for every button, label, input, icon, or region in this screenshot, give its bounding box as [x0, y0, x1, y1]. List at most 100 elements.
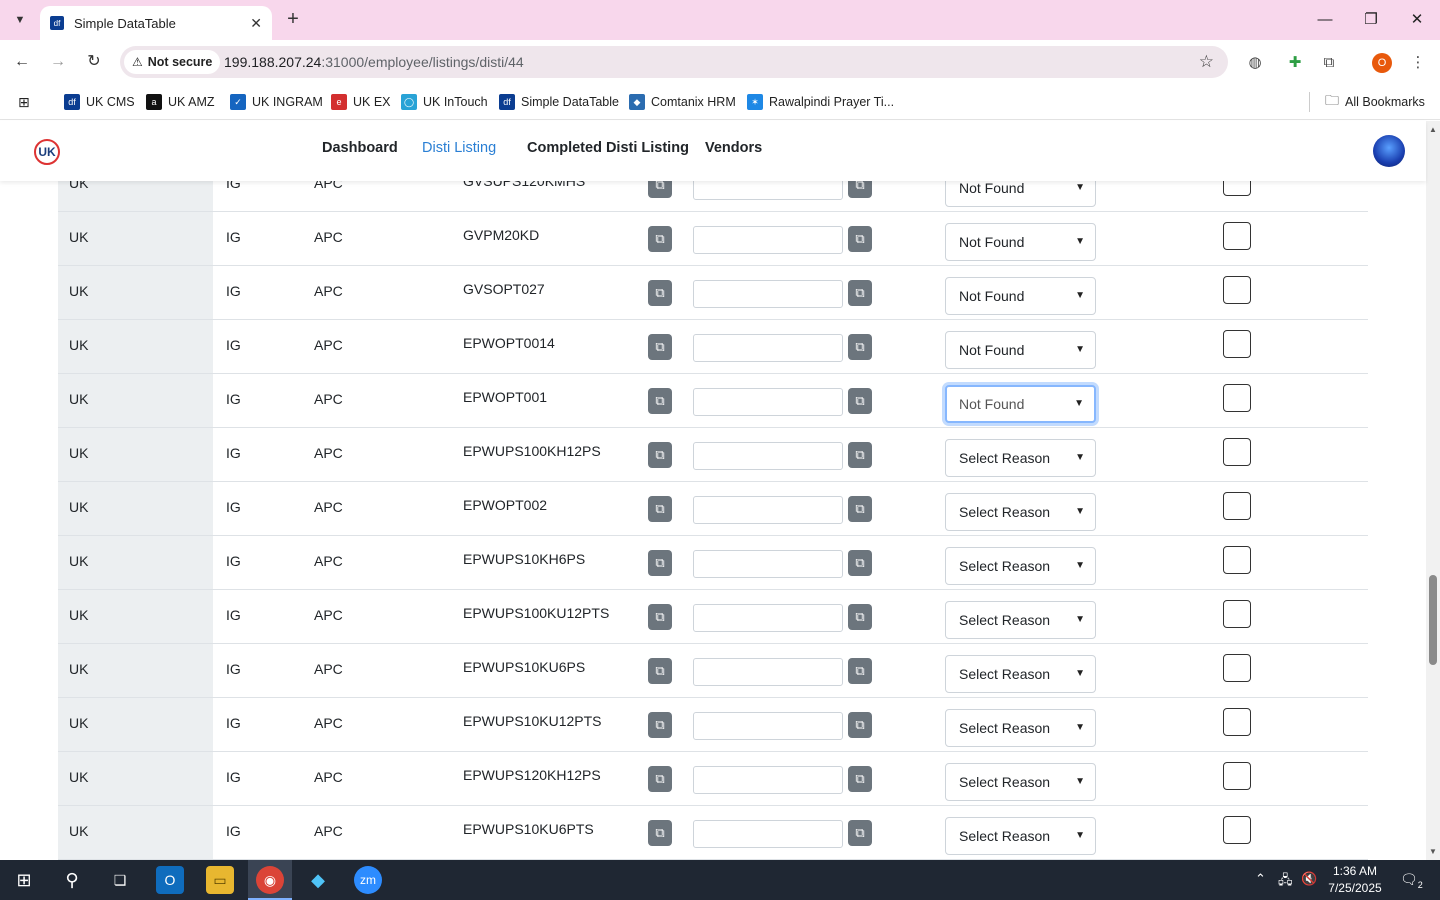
- row-checkbox[interactable]: [1223, 654, 1251, 682]
- bookmark-star-icon[interactable]: ☆: [1199, 52, 1214, 72]
- tray-chevron-up-icon[interactable]: ⌃: [1255, 871, 1266, 887]
- copy-sku-button[interactable]: ⧉: [648, 334, 672, 360]
- row-checkbox[interactable]: [1223, 546, 1251, 574]
- price-input[interactable]: [693, 181, 843, 200]
- new-tab-plus-icon[interactable]: +: [282, 8, 304, 30]
- copy-sku-button[interactable]: ⧉: [648, 820, 672, 846]
- price-input[interactable]: [693, 496, 843, 524]
- price-input[interactable]: [693, 712, 843, 740]
- copy-sku-button[interactable]: ⧉: [648, 496, 672, 522]
- reason-select[interactable]: Not Found ▼: [945, 181, 1096, 207]
- reason-select[interactable]: Select Reason ▼: [945, 601, 1096, 639]
- paste-button[interactable]: ⧉: [848, 334, 872, 360]
- price-input[interactable]: [693, 766, 843, 794]
- notifications-icon[interactable]: 🗨2: [1400, 871, 1423, 890]
- outlook-icon[interactable]: O: [156, 866, 184, 894]
- nav-dashboard[interactable]: Dashboard: [322, 140, 398, 156]
- reason-select[interactable]: Not Found ▼: [945, 385, 1096, 423]
- row-checkbox[interactable]: [1223, 384, 1251, 412]
- reason-select[interactable]: Select Reason ▼: [945, 493, 1096, 531]
- row-checkbox[interactable]: [1223, 816, 1251, 844]
- system-clock[interactable]: 1:36 AM 7/25/2025: [1322, 863, 1388, 897]
- volume-muted-icon[interactable]: 🔇: [1301, 871, 1317, 887]
- security-chip[interactable]: ⚠ Not secure: [124, 50, 221, 74]
- paste-button[interactable]: ⧉: [848, 604, 872, 630]
- reason-select[interactable]: Not Found ▼: [945, 331, 1096, 369]
- translate-globe-icon[interactable]: ◍: [1244, 52, 1266, 74]
- paste-button[interactable]: ⧉: [848, 820, 872, 846]
- row-checkbox[interactable]: [1223, 438, 1251, 466]
- price-input[interactable]: [693, 280, 843, 308]
- reason-select[interactable]: Select Reason ▼: [945, 817, 1096, 855]
- file-explorer-icon[interactable]: ▭: [206, 866, 234, 894]
- bookmark-simple-datatable[interactable]: df Simple DataTable: [499, 92, 619, 112]
- nav-vendors[interactable]: Vendors: [705, 140, 762, 156]
- extension-puzzle-green-icon[interactable]: ✚: [1284, 52, 1306, 74]
- paste-button[interactable]: ⧉: [848, 181, 872, 198]
- user-avatar[interactable]: [1373, 135, 1405, 167]
- copy-sku-button[interactable]: ⧉: [648, 658, 672, 684]
- back-arrow-icon[interactable]: ←: [10, 50, 34, 74]
- bookmark-rawalpindi-prayer[interactable]: ✶ Rawalpindi Prayer Ti...: [747, 92, 894, 112]
- reason-select[interactable]: Select Reason ▼: [945, 763, 1096, 801]
- price-input[interactable]: [693, 388, 843, 416]
- bookmark-uk-intouch[interactable]: ◯ UK InTouch: [401, 92, 488, 112]
- scroll-up-icon[interactable]: ▲: [1429, 125, 1437, 134]
- reason-select[interactable]: Select Reason ▼: [945, 547, 1096, 585]
- paste-button[interactable]: ⧉: [848, 442, 872, 468]
- task-view-icon[interactable]: ❏: [106, 866, 134, 894]
- paste-button[interactable]: ⧉: [848, 280, 872, 306]
- reason-select[interactable]: Select Reason ▼: [945, 709, 1096, 747]
- tab-search-chevron-icon[interactable]: ▼: [8, 8, 32, 32]
- row-checkbox[interactable]: [1223, 330, 1251, 358]
- bookmark-uk-cms[interactable]: df UK CMS: [64, 92, 135, 112]
- copy-sku-button[interactable]: ⧉: [648, 442, 672, 468]
- price-input[interactable]: [693, 820, 843, 848]
- reason-select[interactable]: Select Reason ▼: [945, 439, 1096, 477]
- windows-start-icon[interactable]: ⊞: [10, 866, 38, 894]
- network-icon[interactable]: 🖧: [1278, 871, 1293, 893]
- restore-icon[interactable]: ❐: [1356, 8, 1386, 32]
- copy-sku-button[interactable]: ⧉: [648, 550, 672, 576]
- extensions-puzzle-icon[interactable]: ⧉: [1318, 52, 1340, 74]
- copy-sku-button[interactable]: ⧉: [648, 388, 672, 414]
- price-input[interactable]: [693, 604, 843, 632]
- search-icon[interactable]: ⚲: [58, 866, 86, 894]
- nav-completed-disti-listing[interactable]: Completed Disti Listing: [527, 140, 689, 156]
- page-scrollbar[interactable]: ▲ ▼: [1426, 121, 1440, 860]
- price-input[interactable]: [693, 550, 843, 578]
- copy-sku-button[interactable]: ⧉: [648, 181, 672, 198]
- nav-disti-listing[interactable]: Disti Listing: [422, 140, 496, 156]
- paste-button[interactable]: ⧉: [848, 712, 872, 738]
- row-checkbox[interactable]: [1223, 492, 1251, 520]
- close-tab-icon[interactable]: ✕: [250, 15, 262, 32]
- reason-select[interactable]: Not Found ▼: [945, 277, 1096, 315]
- reason-select[interactable]: Select Reason ▼: [945, 655, 1096, 693]
- address-bar[interactable]: ⚠ Not secure 199.188.207.24:31000/employ…: [120, 46, 1228, 78]
- paste-button[interactable]: ⧉: [848, 766, 872, 792]
- paste-button[interactable]: ⧉: [848, 658, 872, 684]
- chrome-icon[interactable]: ◉: [256, 866, 284, 894]
- bookmark-uk-ex[interactable]: e UK EX: [331, 92, 391, 112]
- url-text[interactable]: 199.188.207.24:31000/employee/listings/d…: [224, 54, 524, 70]
- company-logo[interactable]: UK: [34, 139, 60, 165]
- row-checkbox[interactable]: [1223, 181, 1251, 196]
- vscode-like-app-icon[interactable]: ◆: [304, 866, 332, 894]
- zoom-icon[interactable]: zm: [354, 866, 382, 894]
- kebab-menu-icon[interactable]: ⋮: [1407, 52, 1429, 74]
- row-checkbox[interactable]: [1223, 762, 1251, 790]
- price-input[interactable]: [693, 442, 843, 470]
- copy-sku-button[interactable]: ⧉: [648, 766, 672, 792]
- price-input[interactable]: [693, 658, 843, 686]
- price-input[interactable]: [693, 226, 843, 254]
- scrollbar-thumb[interactable]: [1429, 575, 1437, 665]
- paste-button[interactable]: ⧉: [848, 388, 872, 414]
- paste-button[interactable]: ⧉: [848, 550, 872, 576]
- row-checkbox[interactable]: [1223, 276, 1251, 304]
- row-checkbox[interactable]: [1223, 708, 1251, 736]
- apps-grid-icon[interactable]: ⊞: [18, 92, 30, 112]
- scroll-down-icon[interactable]: ▼: [1429, 847, 1437, 856]
- price-input[interactable]: [693, 334, 843, 362]
- copy-sku-button[interactable]: ⧉: [648, 280, 672, 306]
- bookmark-comtanix-hrm[interactable]: ◆ Comtanix HRM: [629, 92, 736, 112]
